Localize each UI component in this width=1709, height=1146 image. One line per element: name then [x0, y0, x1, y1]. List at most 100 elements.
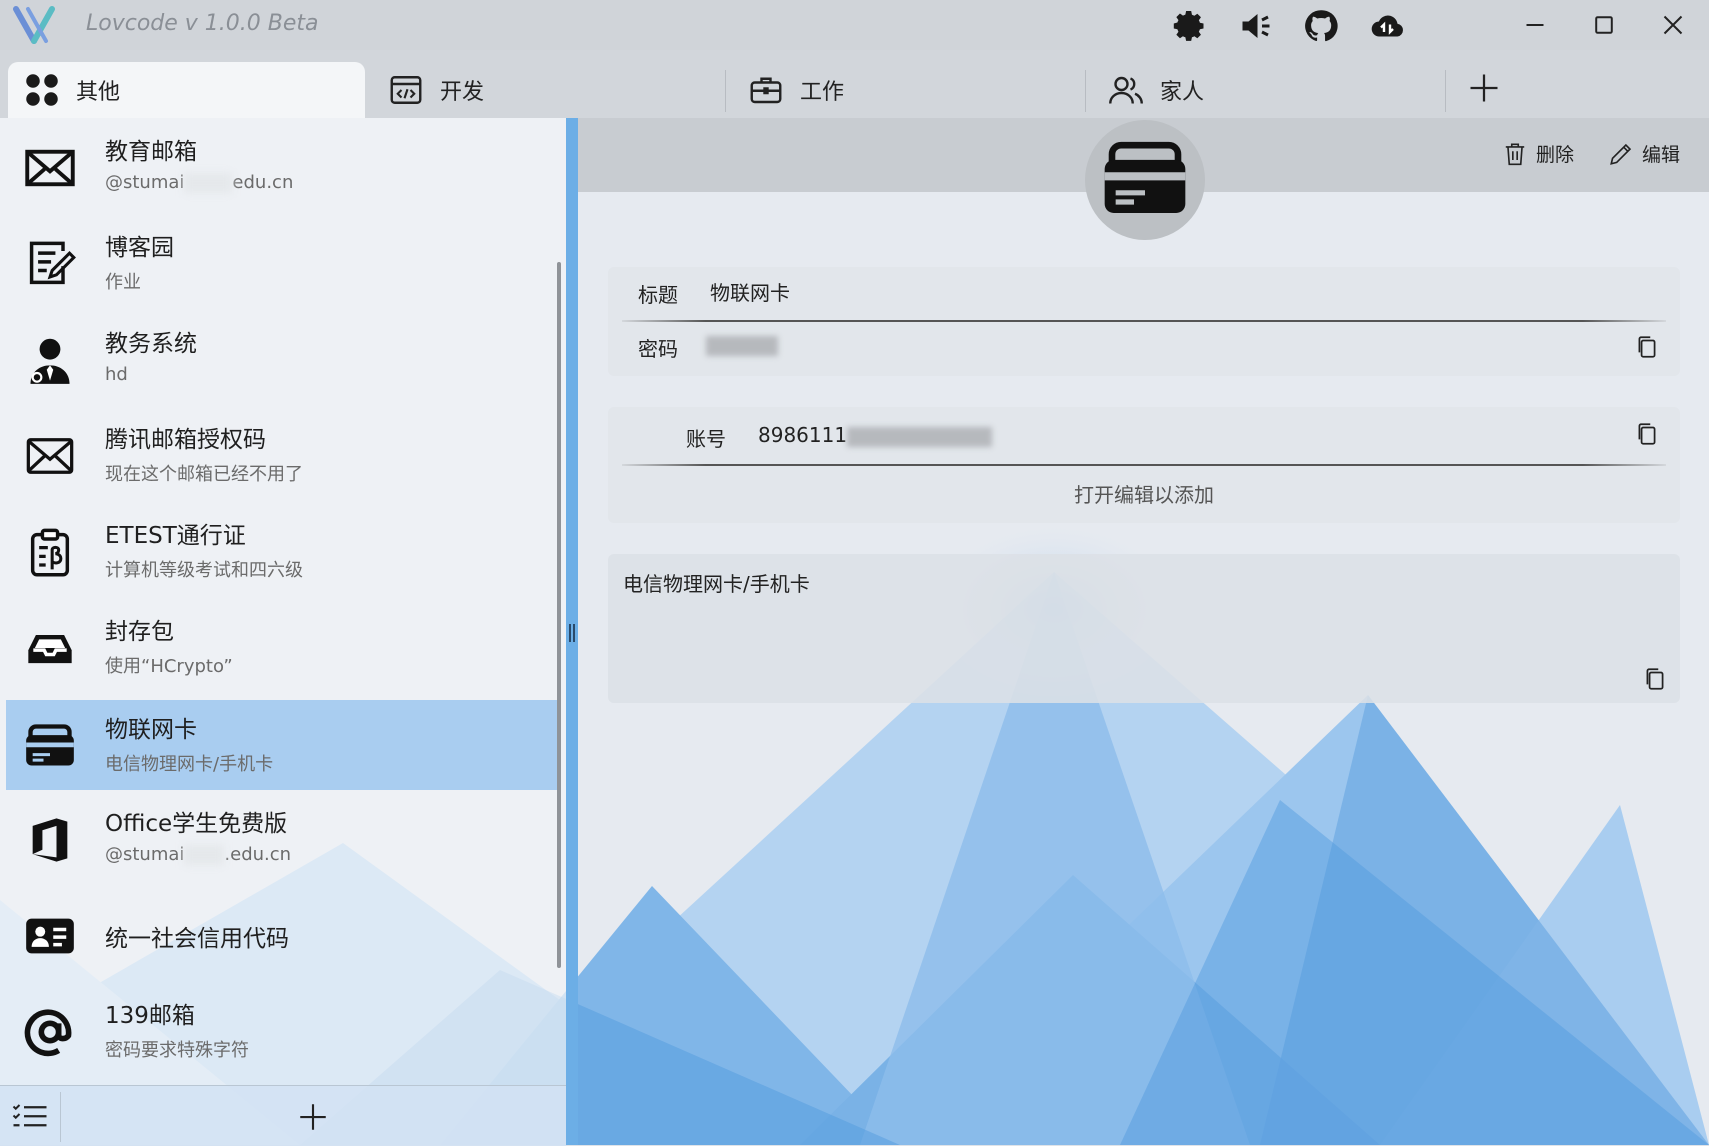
tab-bar: 其他 开发 工作 家人	[0, 50, 1709, 118]
envelope-icon	[25, 149, 75, 187]
copy-icon[interactable]	[1634, 421, 1660, 447]
pane-splitter[interactable]	[566, 118, 578, 1145]
delete-button[interactable]: 删除	[1502, 140, 1574, 167]
clipboard-icon	[30, 528, 70, 577]
item-subtitle: @stumai .edu.cn	[105, 844, 292, 865]
item-title: 博客园	[105, 235, 174, 261]
list-item[interactable]: 博客园 作业	[6, 218, 560, 308]
copy-icon[interactable]	[1634, 334, 1660, 360]
github-icon[interactable]	[1303, 8, 1339, 44]
trash-icon	[1505, 142, 1525, 165]
office-icon	[32, 818, 68, 862]
item-subtitle: @stumai edu.cn	[105, 172, 294, 193]
redacted-text	[847, 426, 993, 447]
minimize-button[interactable]	[1518, 8, 1552, 42]
bottom-separator	[60, 1092, 61, 1142]
tab-label: 家人	[1160, 80, 1205, 105]
tab-separator	[725, 70, 726, 112]
list-item[interactable]: 教务系统 hd	[6, 314, 560, 404]
close-button[interactable]	[1656, 8, 1690, 42]
password-label: 密码	[638, 337, 678, 361]
item-title: 教育邮箱	[105, 139, 197, 165]
item-title: 教务系统	[105, 331, 197, 357]
title-bar: Lovcode v 1.0.0 Beta	[0, 0, 1709, 50]
tab-label: 其他	[76, 80, 121, 105]
checklist-icon[interactable]	[12, 1102, 48, 1132]
title-value[interactable]: 物联网卡	[710, 277, 790, 306]
list-item[interactable]: 139邮箱 密码要求特殊字符	[6, 986, 560, 1076]
account-label: 账号	[686, 427, 726, 451]
item-title: 139邮箱	[105, 1003, 195, 1029]
note-icon	[29, 241, 76, 285]
tab-separator	[1085, 70, 1086, 112]
user-tie-icon	[30, 338, 70, 384]
speaker-icon[interactable]	[1238, 8, 1274, 44]
card-icon	[1104, 141, 1186, 213]
add-tab-button[interactable]	[1466, 70, 1502, 106]
tab-label: 开发	[440, 80, 485, 105]
item-title: Office学生免费版	[105, 811, 288, 837]
tab-dev[interactable]: 开发	[372, 62, 724, 118]
code-window-icon	[390, 76, 422, 104]
title-label: 标题	[638, 283, 678, 307]
item-subtitle: 使用“HCrypto”	[105, 656, 233, 677]
briefcase-icon	[750, 77, 782, 104]
card-icon	[26, 724, 74, 766]
maximize-button[interactable]	[1587, 8, 1621, 42]
add-field-hint: 打开编辑以添加	[1074, 483, 1214, 507]
cloud-sync-icon[interactable]	[1369, 8, 1405, 44]
list-item[interactable]: 教育邮箱 @stumai edu.cn	[6, 122, 560, 212]
field-divider	[622, 464, 1666, 466]
account-card: 账号 8986111 打开编辑以添加	[608, 407, 1680, 523]
splitter-grip[interactable]	[569, 624, 575, 642]
item-subtitle: 计算机等级考试和四六级	[105, 560, 303, 581]
inbox-icon	[28, 635, 72, 664]
list-item[interactable]: 统一社会信用代码	[6, 890, 560, 980]
app-title: Lovcode v 1.0.0 Beta	[86, 11, 319, 36]
tab-label: 工作	[800, 80, 845, 105]
grid-icon	[26, 74, 58, 106]
item-subtitle: 现在这个邮箱已经不用了	[105, 464, 303, 485]
app-logo	[13, 6, 55, 44]
list-item[interactable]: Office学生免费版 @stumai .edu.cn	[6, 794, 560, 884]
sidebar: 教育邮箱 @stumai edu.cn 博客园 作业 教务系统 hd 腾讯邮箱授权…	[0, 118, 567, 1146]
at-icon	[24, 1009, 72, 1057]
item-subtitle: 作业	[105, 272, 141, 293]
detail-pane: 删除 编辑 标题 物联网卡 密码 账号 8986111 打开编辑以添加 电信物理…	[578, 118, 1709, 1145]
pencil-icon	[1610, 143, 1632, 165]
note-card: 电信物理网卡/手机卡	[608, 554, 1680, 703]
id-card-icon	[26, 918, 74, 954]
redacted-text	[184, 173, 233, 193]
password-masked[interactable]	[706, 336, 778, 356]
list-item[interactable]: 封存包 使用“HCrypto”	[6, 602, 560, 692]
note-text[interactable]: 电信物理网卡/手机卡	[623, 568, 810, 597]
edit-button[interactable]: 编辑	[1608, 140, 1680, 167]
tab-separator	[1445, 70, 1446, 112]
list-item[interactable]: ETEST通行证 计算机等级考试和四六级	[6, 506, 560, 596]
sidebar-scrollbar[interactable]	[557, 262, 561, 968]
item-title: 封存包	[105, 619, 174, 645]
item-title: ETEST通行证	[105, 523, 246, 549]
item-subtitle: 电信物理网卡/手机卡	[105, 754, 274, 775]
item-subtitle: hd	[105, 364, 128, 385]
tab-other[interactable]: 其他	[8, 62, 365, 118]
tab-family[interactable]: 家人	[1092, 62, 1444, 118]
item-avatar	[1085, 120, 1205, 240]
add-item-button[interactable]	[296, 1100, 330, 1134]
account-value[interactable]: 8986111	[758, 423, 993, 447]
list-item-selected[interactable]: 物联网卡 电信物理网卡/手机卡	[6, 700, 560, 790]
item-subtitle: 密码要求特殊字符	[105, 1040, 249, 1061]
copy-icon[interactable]	[1642, 666, 1668, 692]
item-title: 统一社会信用代码	[105, 926, 289, 952]
envelope-icon	[26, 438, 74, 474]
field-divider	[622, 320, 1666, 322]
delete-label: 删除	[1536, 144, 1575, 166]
edit-label: 编辑	[1642, 144, 1681, 166]
tab-work[interactable]: 工作	[732, 62, 1084, 118]
redacted-text	[184, 845, 225, 865]
list-item[interactable]: 腾讯邮箱授权码 现在这个邮箱已经不用了	[6, 410, 560, 500]
sidebar-bottom-bar	[0, 1085, 567, 1146]
item-title: 腾讯邮箱授权码	[105, 427, 266, 453]
credential-card: 标题 物联网卡 密码	[608, 267, 1680, 376]
gear-icon[interactable]	[1172, 8, 1208, 44]
